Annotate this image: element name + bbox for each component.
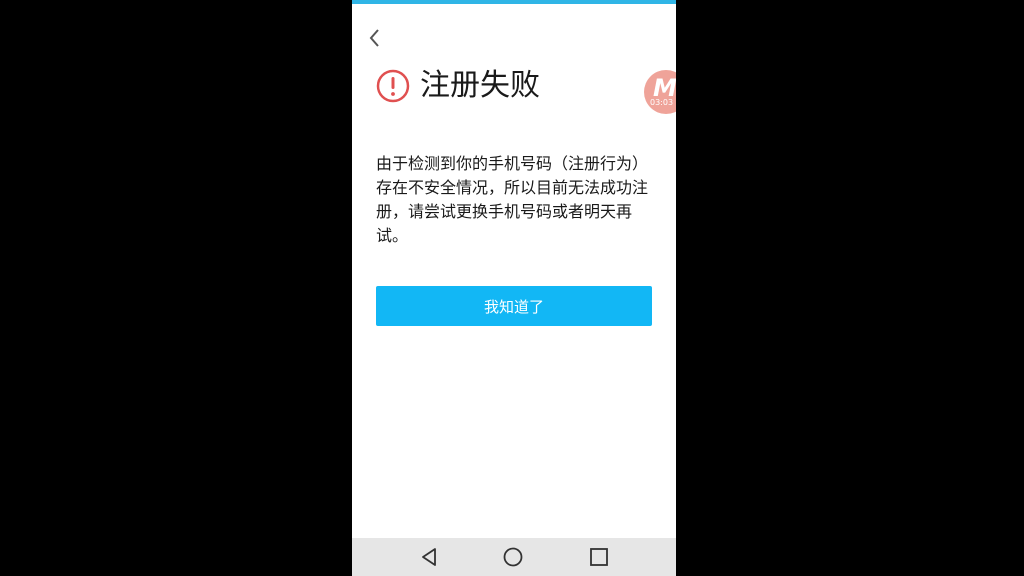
phone-screen: 注册失败 M 03:03 由于检测到你的手机号码（注册行为）存在不安全情况，所以…	[352, 0, 676, 576]
status-strip	[352, 0, 676, 4]
circle-home-icon[interactable]	[502, 546, 524, 568]
acknowledge-button[interactable]: 我知道了	[376, 286, 652, 326]
page-title: 注册失败	[420, 68, 540, 103]
square-recents-icon[interactable]	[588, 546, 610, 568]
recorder-time: 03:03	[650, 98, 674, 107]
screen: 注册失败 M 03:03 由于检测到你的手机号码（注册行为）存在不安全情况，所以…	[0, 0, 1024, 576]
exclamation-circle-icon	[376, 69, 410, 103]
triangle-back-icon[interactable]	[418, 546, 440, 568]
back-button[interactable]	[362, 24, 390, 52]
title-row: 注册失败	[376, 66, 540, 106]
navigation-bar	[352, 538, 676, 576]
screen-recorder-badge[interactable]: M 03:03	[644, 70, 676, 114]
error-message: 由于检测到你的手机号码（注册行为）存在不安全情况，所以目前无法成功注册，请尝试更…	[376, 154, 649, 245]
chevron-left-icon	[362, 24, 390, 52]
